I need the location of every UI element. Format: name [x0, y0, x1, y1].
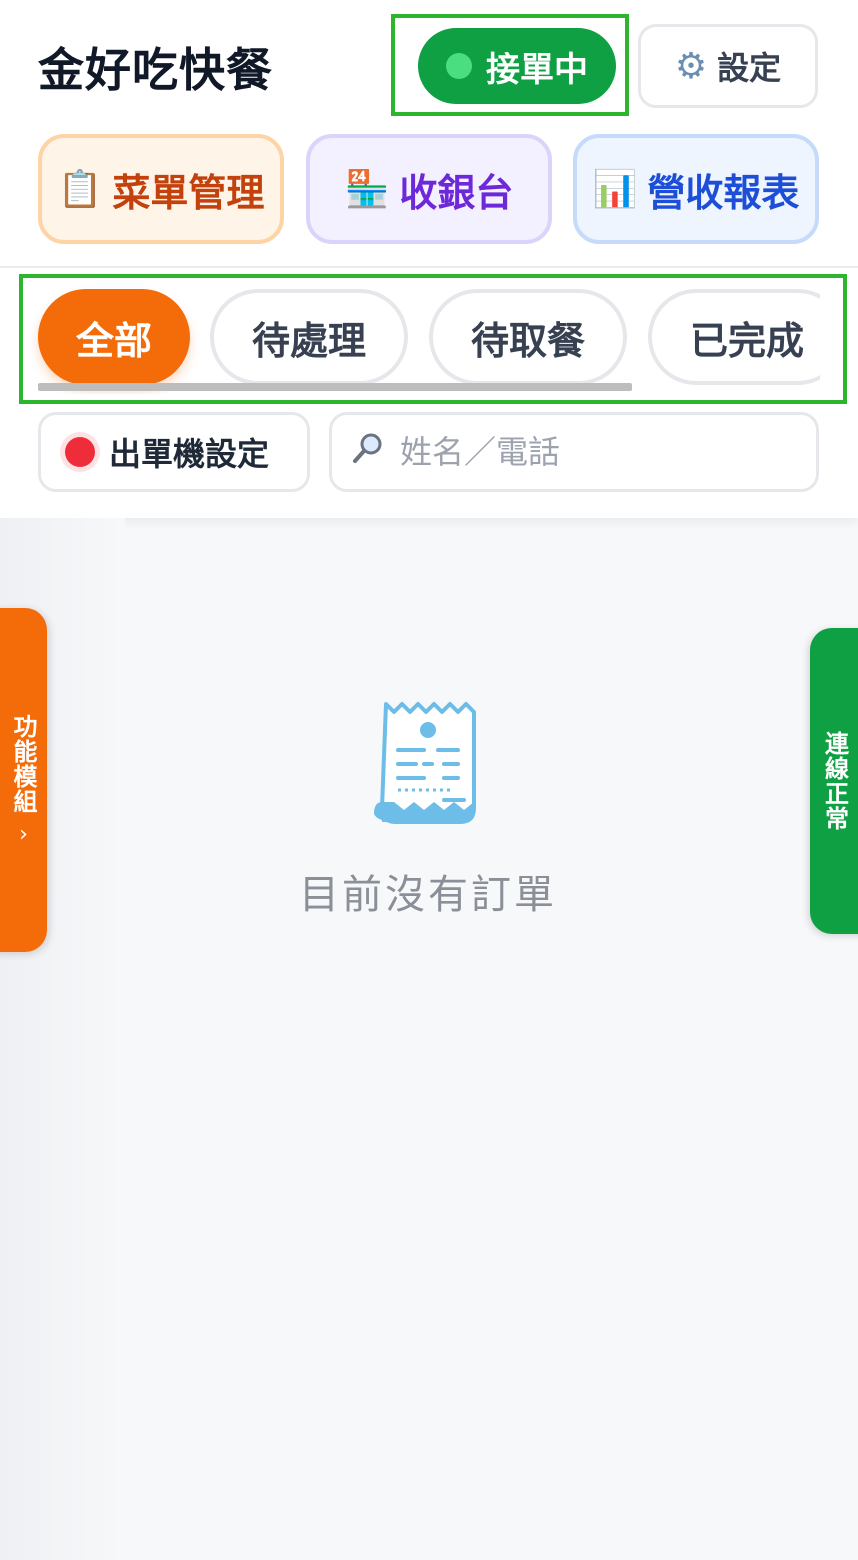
tab-completed[interactable]: 已完成: [648, 289, 820, 385]
connection-status-tab[interactable]: 連線正常: [810, 628, 858, 934]
header-divider: [0, 266, 858, 268]
menu-management-label: 菜單管理: [112, 170, 265, 215]
menu-management-button[interactable]: 📋 菜單管理: [38, 134, 284, 244]
clipboard-icon: 📋: [57, 169, 103, 210]
search-icon: [350, 430, 386, 475]
settings-button[interactable]: ⚙ 設定: [638, 24, 818, 108]
tab-label: 待取餐: [470, 318, 585, 363]
tab-label: 已完成: [689, 318, 804, 363]
tab-label: 待處理: [251, 318, 366, 363]
tab-ready-for-pickup[interactable]: 待取餐: [429, 289, 627, 385]
receipt-icon: [368, 698, 488, 832]
bar-chart-icon: 📊: [592, 169, 638, 210]
printer-status-dot: [65, 437, 95, 467]
connection-status-label: 連線正常: [820, 731, 849, 831]
accepting-orders-toggle[interactable]: 接單中: [418, 28, 616, 104]
order-filter-tabs: 全部 待處理 待取餐 已完成: [24, 280, 820, 394]
empty-orders-state: 目前沒有訂單: [228, 698, 628, 920]
store-icon: 🏪: [344, 169, 390, 210]
function-modules-label: 功能模組: [9, 713, 37, 814]
cashier-button[interactable]: 🏪 收銀台: [306, 134, 552, 244]
chevron-right-icon: ›: [19, 821, 28, 847]
status-label: 接單中: [486, 49, 588, 90]
store-name: 金好吃快餐: [38, 43, 273, 97]
search-box[interactable]: [329, 412, 819, 492]
printer-settings-label: 出單機設定: [109, 435, 270, 473]
tab-label: 全部: [75, 318, 152, 363]
empty-orders-message: 目前沒有訂單: [299, 872, 557, 918]
settings-label: 設定: [717, 49, 782, 87]
gear-icon: ⚙: [674, 45, 708, 87]
search-input[interactable]: [400, 433, 780, 471]
tabs-scrollbar[interactable]: [38, 383, 632, 391]
revenue-report-label: 營收報表: [647, 170, 800, 215]
status-indicator-dot: [446, 53, 472, 79]
cashier-label: 收銀台: [399, 170, 514, 215]
printer-settings-button[interactable]: 出單機設定: [38, 412, 310, 492]
tab-all[interactable]: 全部: [38, 289, 190, 385]
function-modules-drawer-tab[interactable]: 功能模組 ›: [0, 608, 47, 952]
tab-pending[interactable]: 待處理: [210, 289, 408, 385]
revenue-report-button[interactable]: 📊 營收報表: [573, 134, 819, 244]
